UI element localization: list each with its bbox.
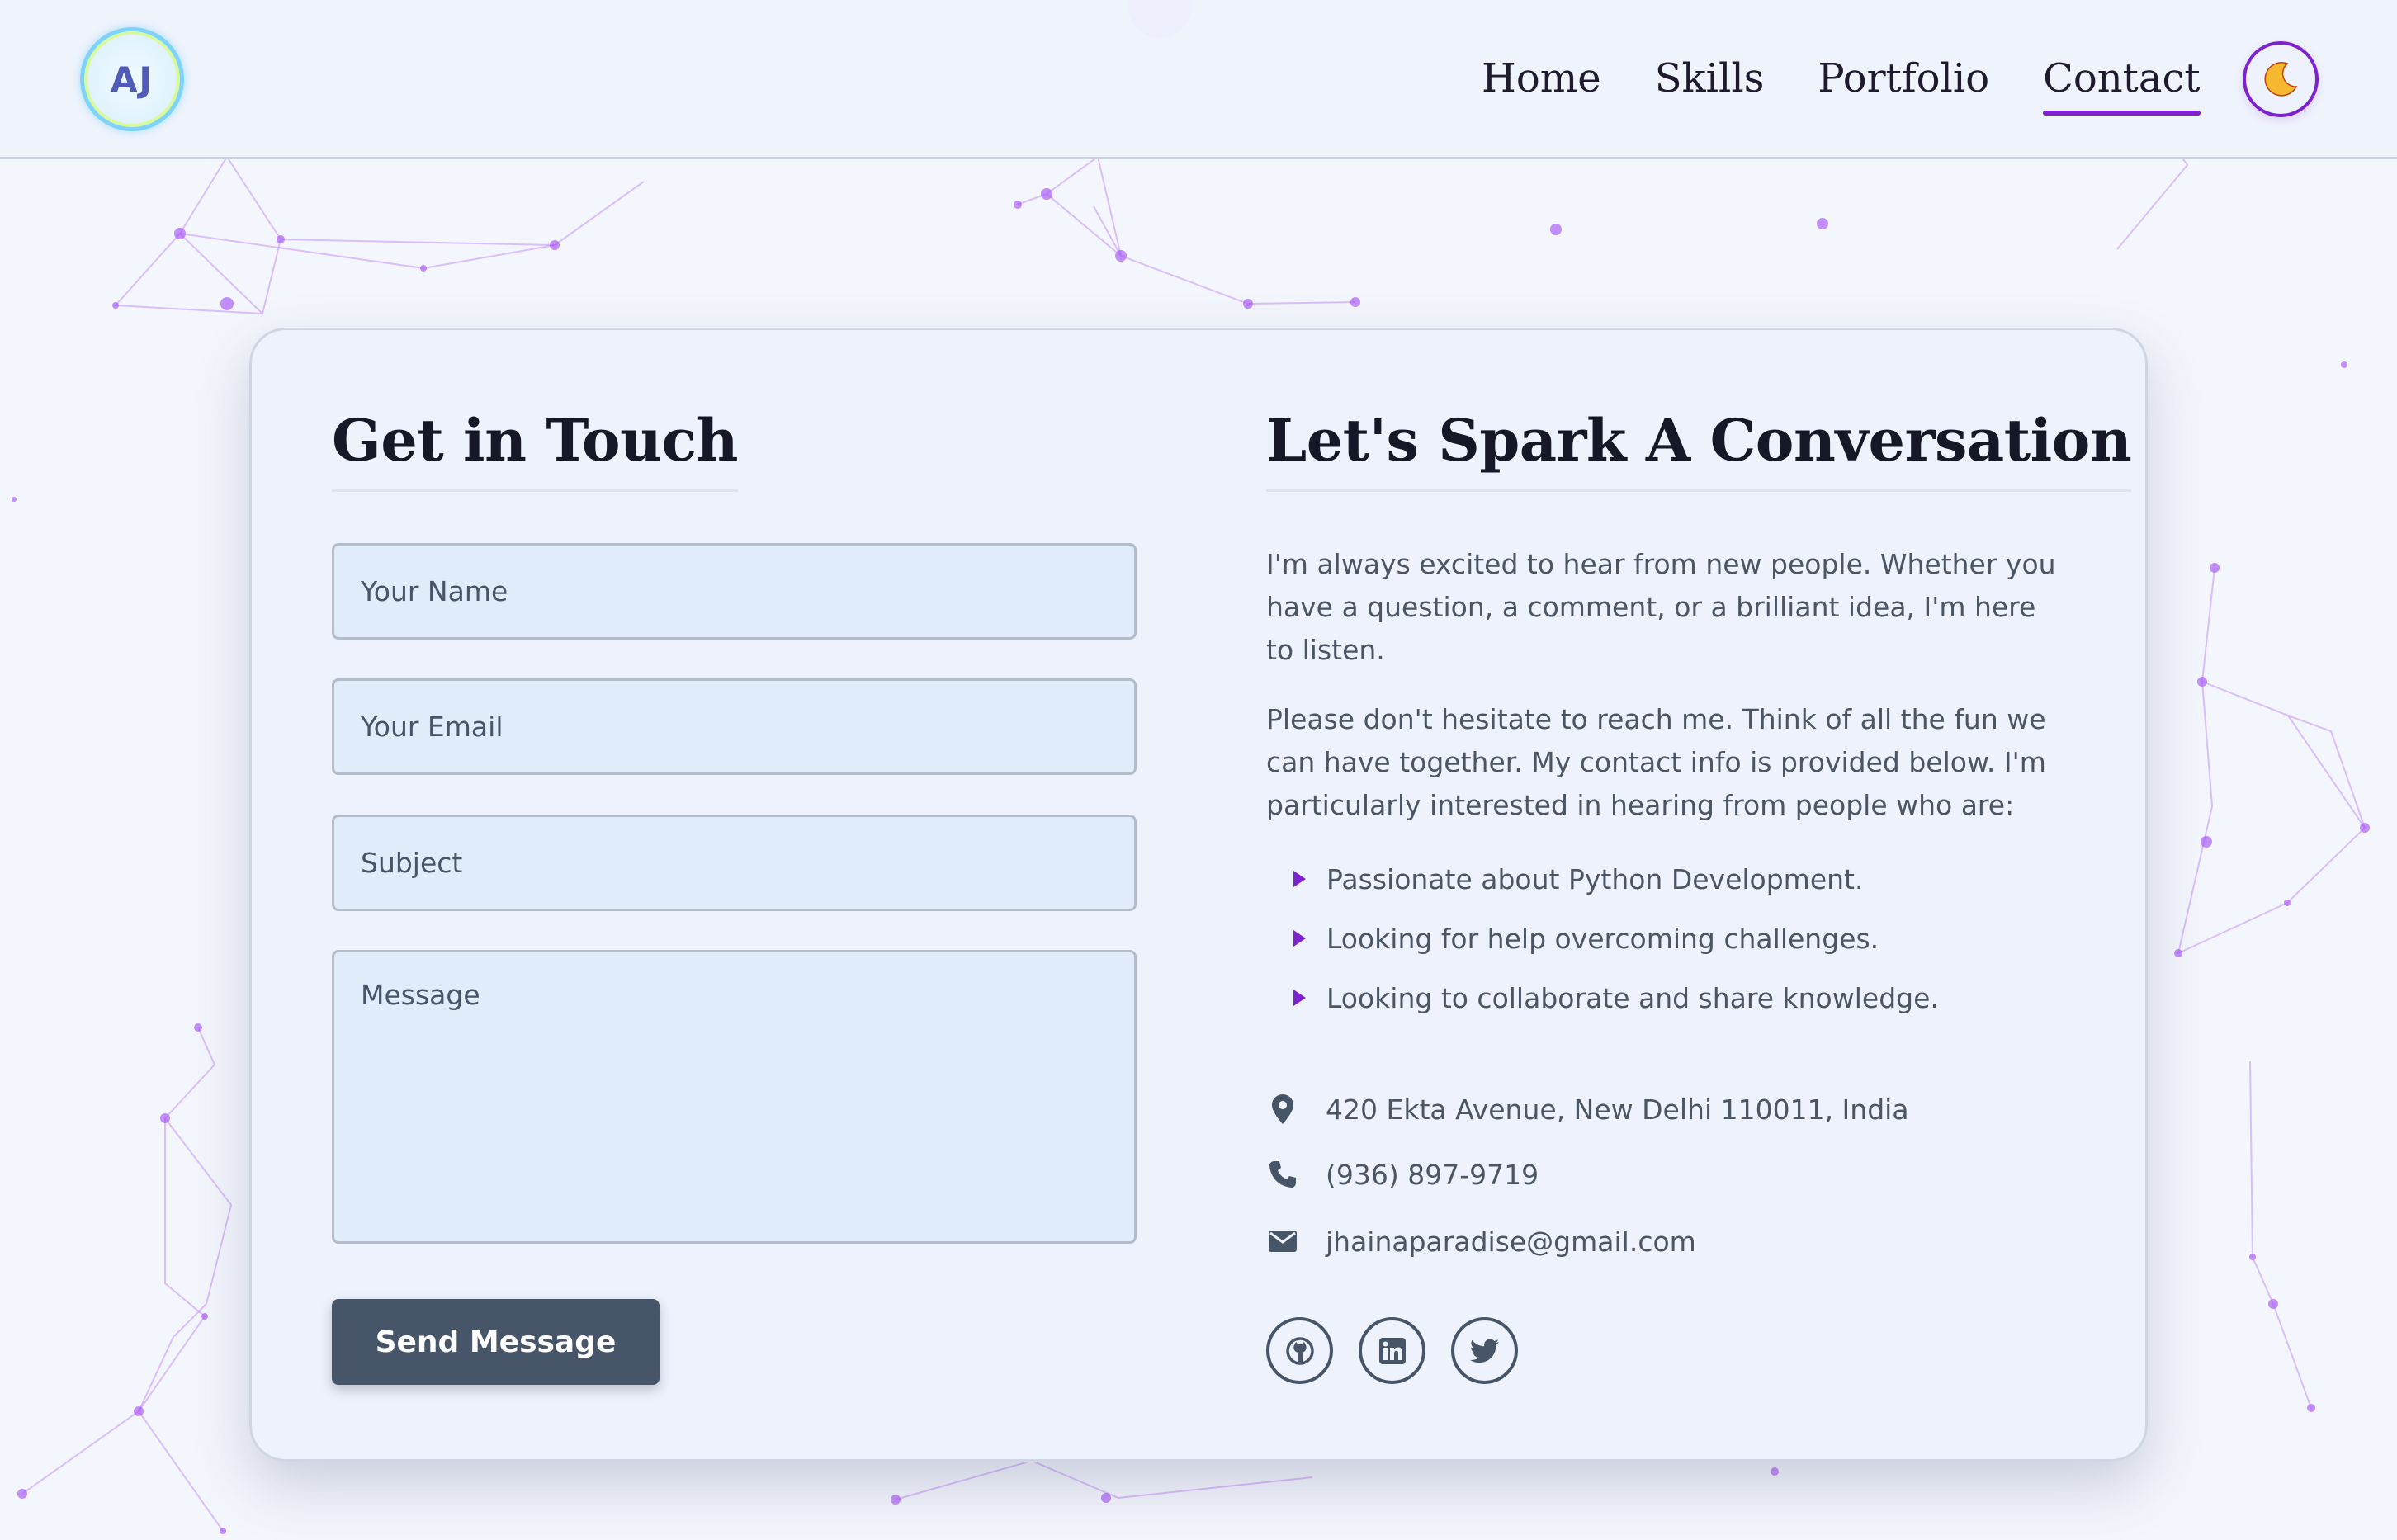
contact-card: Get in Touch Send Message Let's Spark A …	[249, 328, 2148, 1462]
triangle-bullet-icon	[1293, 871, 1306, 887]
name-input[interactable]	[332, 543, 1137, 640]
send-message-button[interactable]: Send Message	[332, 1299, 660, 1385]
twitter-link[interactable]	[1451, 1317, 1518, 1384]
address-text: 420 Ekta Avenue, New Delhi 110011, India	[1326, 1093, 1909, 1126]
message-textarea[interactable]	[332, 950, 1137, 1244]
form-heading: Get in Touch	[332, 406, 739, 492]
triangle-bullet-icon	[1293, 930, 1306, 947]
nav-portfolio[interactable]: Portfolio	[1818, 50, 1989, 116]
email-text[interactable]: jhainaparadise@gmail.com	[1326, 1226, 1696, 1258]
moon-icon	[2264, 62, 2298, 97]
details-paragraph: Please don't hesitate to reach me. Think…	[1266, 703, 2046, 821]
envelope-icon	[1266, 1225, 1299, 1258]
intro-paragraph: I'm always excited to hear from new peop…	[1266, 548, 2056, 666]
map-pin-icon	[1266, 1093, 1299, 1126]
list-item: Looking for help overcoming challenges.	[1293, 919, 1939, 979]
nav-skills[interactable]: Skills	[1655, 50, 1765, 116]
github-link[interactable]	[1266, 1317, 1333, 1384]
info-heading: Let's Spark A Conversation	[1266, 406, 2132, 492]
list-item: Looking to collaborate and share knowled…	[1293, 979, 1939, 1038]
email-row: jhainaparadise@gmail.com	[1266, 1225, 1696, 1258]
phone-icon	[1266, 1158, 1299, 1191]
email-input[interactable]	[332, 678, 1137, 775]
phone-text: (936) 897-9719	[1326, 1158, 1539, 1191]
github-icon	[1285, 1336, 1314, 1365]
phone-row: (936) 897-9719	[1266, 1158, 1539, 1191]
linkedin-icon	[1378, 1337, 1406, 1364]
theme-toggle-button[interactable]	[2243, 41, 2319, 117]
nav-links: Home Skills Portfolio Contact	[1482, 50, 2201, 116]
address-row: 420 Ekta Avenue, New Delhi 110011, India	[1266, 1093, 1909, 1126]
interest-list: Passionate about Python Development. Loo…	[1293, 860, 1939, 1038]
triangle-bullet-icon	[1293, 990, 1306, 1006]
nav-contact[interactable]: Contact	[2043, 50, 2201, 116]
twitter-icon	[1469, 1339, 1499, 1363]
linkedin-link[interactable]	[1359, 1317, 1425, 1384]
list-item: Passionate about Python Development.	[1293, 860, 1939, 919]
nav-home[interactable]: Home	[1482, 50, 1601, 116]
subject-input[interactable]	[332, 815, 1137, 911]
social-links	[1266, 1317, 1544, 1384]
logo[interactable]: AJ	[80, 27, 184, 131]
navbar: AJ Home Skills Portfolio Contact	[0, 0, 2397, 159]
